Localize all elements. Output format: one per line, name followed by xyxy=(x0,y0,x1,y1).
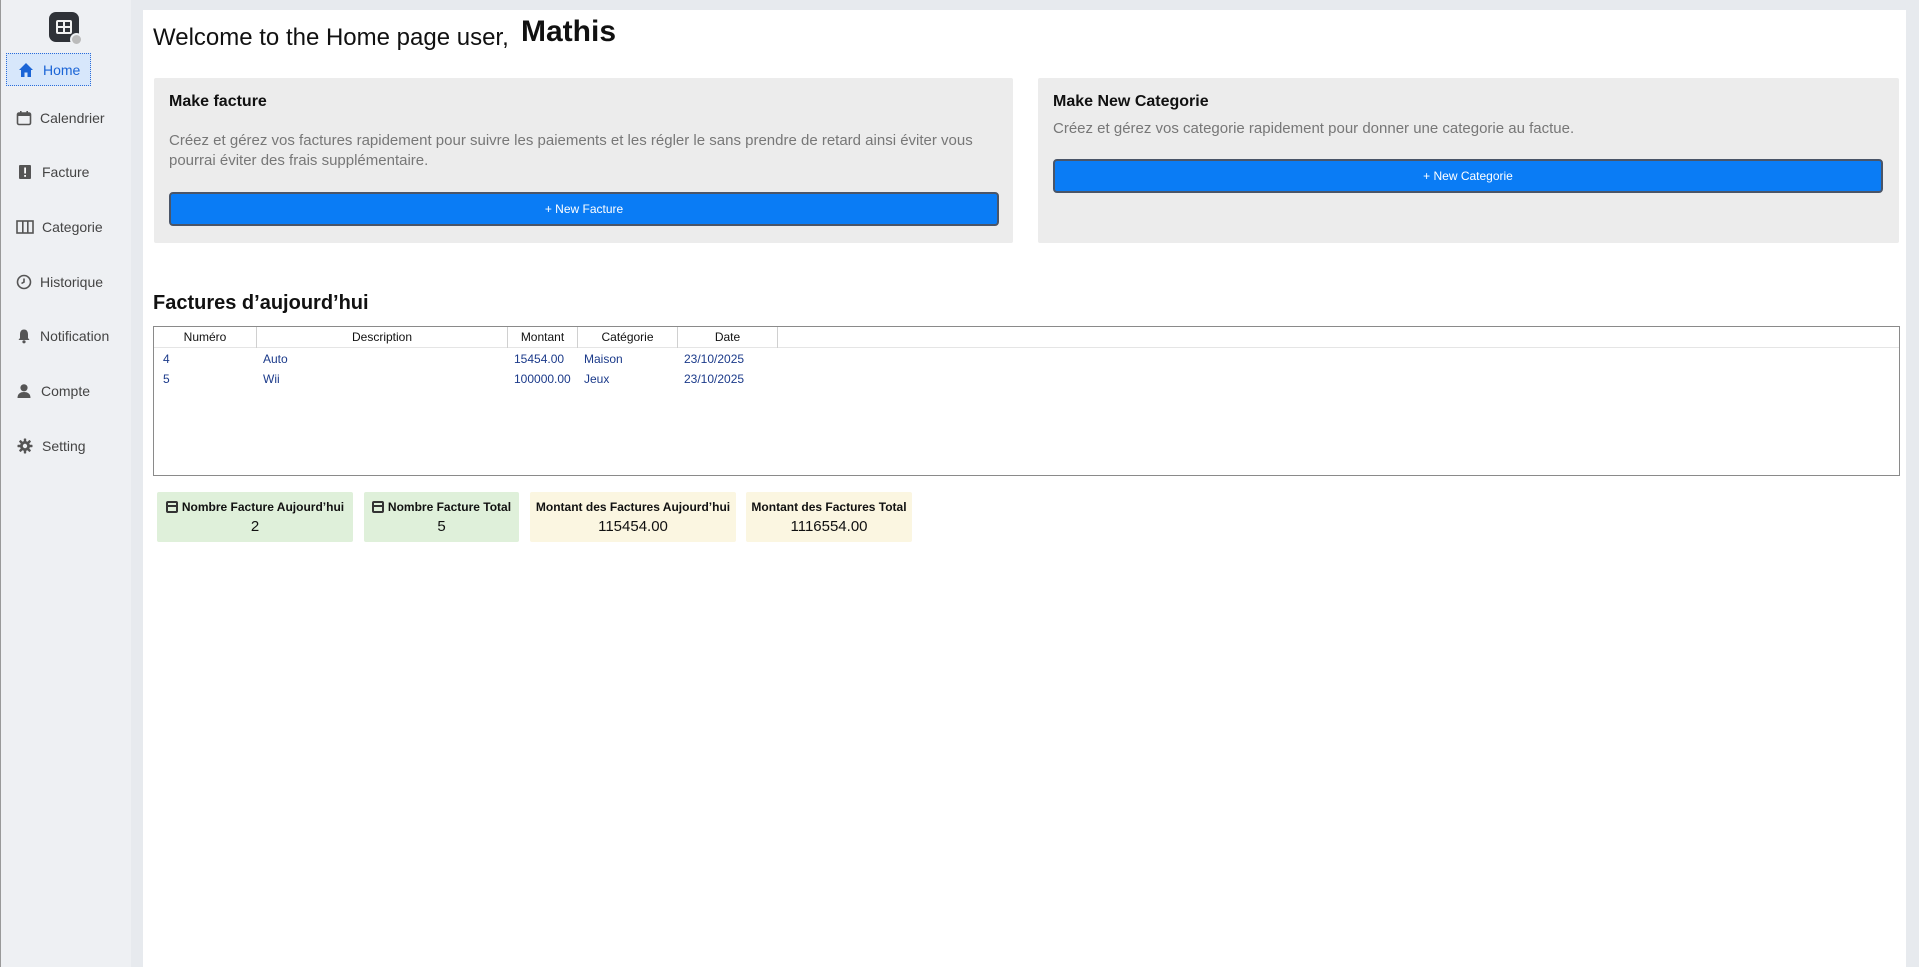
new-facture-button[interactable]: + New Facture xyxy=(169,192,999,226)
main-content: Welcome to the Home page user, Mathis Ma… xyxy=(143,10,1906,967)
sidebar-item-notification[interactable]: Notification xyxy=(6,319,109,352)
stat-montant-aujourdhui: Montant des Factures Aujourd’hui 115454.… xyxy=(530,492,736,542)
sidebar-item-setting[interactable]: Setting xyxy=(6,429,90,462)
sidebar-item-compte[interactable]: Compte xyxy=(6,374,90,407)
history-icon xyxy=(16,273,32,291)
username: Mathis xyxy=(521,15,617,48)
welcome-text: Welcome to the Home page user, xyxy=(153,24,509,51)
home-icon xyxy=(17,61,35,79)
stat-label: Nombre Facture Aujourd’hui xyxy=(181,500,345,514)
stat-label-row: Nombre Facture Total xyxy=(364,500,519,514)
cell-montant: 100000.00 xyxy=(514,372,571,386)
card-title: Make New Categorie xyxy=(1053,93,1209,110)
stat-label: Nombre Facture Total xyxy=(387,500,512,514)
calendar-icon xyxy=(16,109,32,127)
sidebar-item-categorie[interactable]: Categorie xyxy=(6,210,103,243)
sidebar-item-label: Facture xyxy=(42,163,90,180)
make-facture-card: Make facture Créez et gérez vos factures… xyxy=(154,78,1013,243)
calendar-icon xyxy=(371,501,384,513)
sidebar-item-label: Categorie xyxy=(42,218,103,235)
sidebar-item-label: Home xyxy=(43,61,81,78)
sidebar-item-calendrier[interactable]: Calendrier xyxy=(6,101,105,134)
cell-montant: 15454.00 xyxy=(514,352,565,366)
sidebar-item-label: Calendrier xyxy=(40,109,105,126)
cell-description: Wii xyxy=(263,372,280,386)
cell-numero: 4 xyxy=(163,352,170,366)
section-title: Factures d’aujourd’hui xyxy=(153,292,369,314)
cell-categorie: Maison xyxy=(584,352,623,366)
sidebar: Home Calendrier Facture Categorie Histor… xyxy=(0,0,131,967)
column-header-numero[interactable]: Numéro xyxy=(154,327,257,348)
cell-description: Auto xyxy=(263,352,288,366)
bell-icon xyxy=(16,327,32,345)
cell-date: 23/10/2025 xyxy=(684,352,745,366)
cell-numero: 5 xyxy=(163,372,170,386)
table-header: Numéro Description Montant Catégorie Dat… xyxy=(154,327,1899,348)
sidebar-item-label: Historique xyxy=(40,273,104,290)
column-header-description[interactable]: Description xyxy=(257,327,508,348)
card-description: Créez et gérez vos factures rapidement p… xyxy=(169,132,973,169)
card-title: Make facture xyxy=(169,93,267,110)
table-row[interactable]: 4 Auto 15454.00 Maison 23/10/2025 xyxy=(154,349,1899,369)
column-header-date[interactable]: Date xyxy=(678,327,778,348)
stat-nombre-facture-aujourdhui: Nombre Facture Aujourd’hui 2 xyxy=(157,492,353,542)
make-categorie-card: Make New Categorie Créez et gérez vos ca… xyxy=(1038,78,1899,243)
stat-label: Montant des Factures Aujourd’hui xyxy=(535,500,731,514)
sidebar-item-home[interactable]: Home xyxy=(6,53,91,86)
alert-icon xyxy=(16,163,34,181)
sidebar-item-historique[interactable]: Historique xyxy=(6,265,103,298)
factures-table[interactable]: Numéro Description Montant Catégorie Dat… xyxy=(153,326,1900,476)
sidebar-item-facture[interactable]: Facture xyxy=(6,155,90,188)
column-header-categorie[interactable]: Catégorie xyxy=(578,327,678,348)
user-icon xyxy=(16,382,33,400)
stat-value: 2 xyxy=(250,518,260,535)
stat-montant-total: Montant des Factures Total 1116554.00 xyxy=(746,492,912,542)
sidebar-item-label: Notification xyxy=(40,327,110,344)
stat-value: 115454.00 xyxy=(598,518,668,535)
gear-icon xyxy=(16,437,34,455)
stat-value: 5 xyxy=(437,518,446,535)
columns-icon xyxy=(16,218,34,236)
table-row[interactable]: 5 Wii 100000.00 Jeux 23/10/2025 xyxy=(154,369,1899,389)
cell-categorie: Jeux xyxy=(584,372,610,386)
stat-label: Montant des Factures Total xyxy=(751,500,907,514)
new-categorie-button[interactable]: + New Categorie xyxy=(1053,159,1883,193)
sidebar-item-label: Compte xyxy=(40,382,90,399)
calendar-icon xyxy=(165,501,178,513)
stat-nombre-facture-total: Nombre Facture Total 5 xyxy=(364,492,519,542)
app-logo-icon xyxy=(49,12,83,46)
column-header-montant[interactable]: Montant xyxy=(508,327,578,348)
stat-label-row: Nombre Facture Aujourd’hui xyxy=(157,500,353,514)
cell-date: 23/10/2025 xyxy=(684,372,745,386)
sidebar-item-label: Setting xyxy=(42,437,86,454)
card-description: Créez et gérez vos categorie rapidement … xyxy=(1053,120,1575,137)
stat-value: 1116554.00 xyxy=(790,518,868,535)
